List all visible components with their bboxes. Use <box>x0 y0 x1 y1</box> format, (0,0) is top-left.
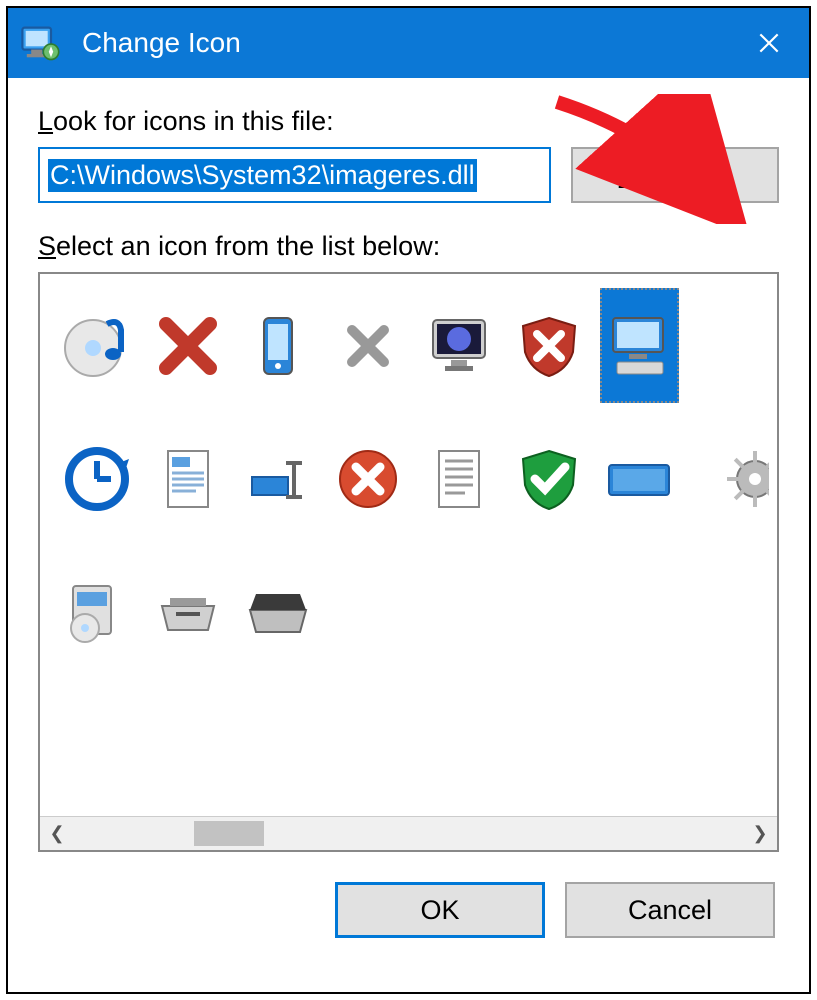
icon-list: ❮ ❯ <box>38 272 779 852</box>
icon-grey-x[interactable] <box>329 288 407 403</box>
app-icon <box>18 21 62 65</box>
icon-monitor-globe[interactable] <box>420 288 498 403</box>
icon-floppy-drive[interactable] <box>148 554 226 669</box>
icon-gear[interactable] <box>691 421 769 536</box>
scroll-thumb[interactable] <box>194 821 264 846</box>
icon-clock-blue[interactable] <box>58 421 136 536</box>
titlebar: Change Icon <box>8 8 809 78</box>
icon-document-page[interactable] <box>148 421 226 536</box>
icon-computer[interactable] <box>600 288 678 403</box>
icon-text-file[interactable] <box>420 421 498 536</box>
icon-shield-red-x[interactable] <box>510 288 588 403</box>
ok-button[interactable]: OK <box>335 882 545 938</box>
scroll-track[interactable] <box>74 817 743 850</box>
icon-file-path-value: C:\Windows\System32\imageres.dll <box>48 159 477 192</box>
cancel-button[interactable]: Cancel <box>565 882 775 938</box>
browse-button[interactable]: Browse... <box>571 147 779 203</box>
scroll-right-button[interactable]: ❯ <box>743 817 777 851</box>
close-button[interactable] <box>739 13 799 73</box>
icon-music-disc[interactable] <box>58 288 136 403</box>
titlebar-title: Change Icon <box>82 27 739 59</box>
icon-rename[interactable] <box>239 421 317 536</box>
icon-grid <box>58 288 769 802</box>
select-icon-label: Select an icon from the list below: <box>38 231 779 262</box>
icon-shield-green-check[interactable] <box>510 421 588 536</box>
icon-red-x[interactable] <box>148 288 226 403</box>
icon-phone[interactable] <box>239 288 317 403</box>
icon-file-path-input[interactable]: C:\Windows\System32\imageres.dll <box>38 147 551 203</box>
icon-blank[interactable] <box>691 288 769 403</box>
icon-software-box[interactable] <box>58 554 136 669</box>
look-for-label: Look for icons in this file: <box>38 106 779 137</box>
icon-error-circle[interactable] <box>329 421 407 536</box>
change-icon-dialog: Change Icon Look for icons in this file:… <box>6 6 811 994</box>
scroll-left-button[interactable]: ❮ <box>40 817 74 851</box>
icon-widescreen[interactable] <box>600 421 678 536</box>
icon-scanner[interactable] <box>239 554 317 669</box>
horizontal-scrollbar[interactable]: ❮ ❯ <box>40 816 777 850</box>
